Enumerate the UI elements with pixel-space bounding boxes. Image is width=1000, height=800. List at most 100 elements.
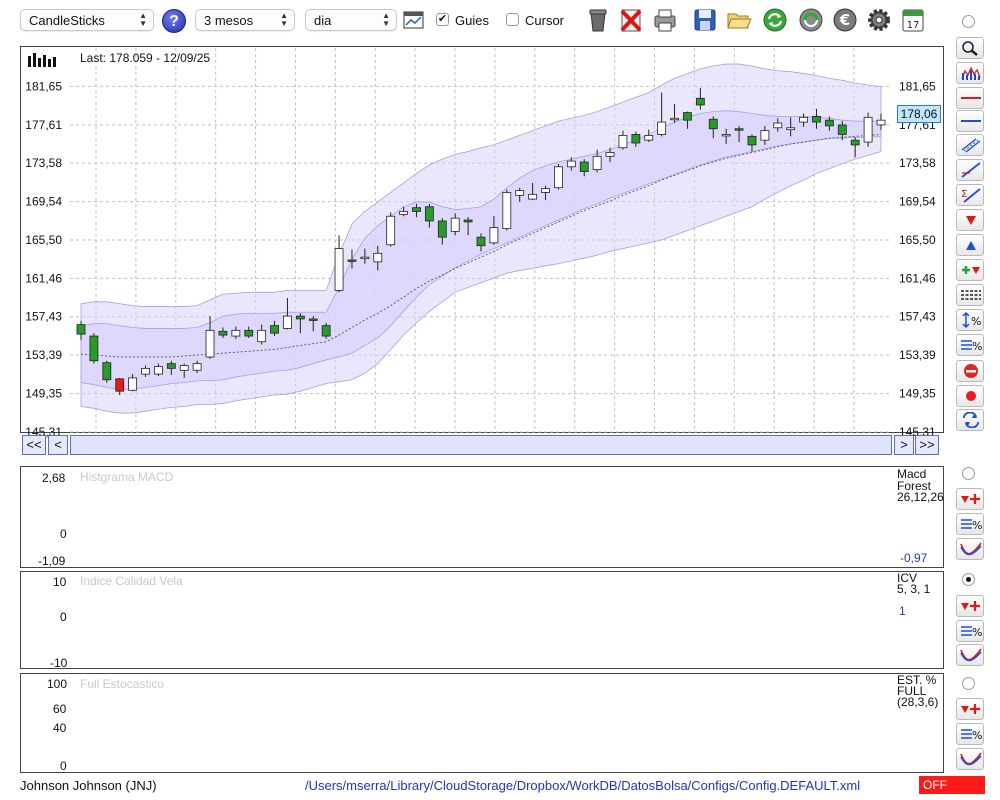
candle: [786, 127, 796, 131]
nav-next-button[interactable]: >: [894, 435, 914, 455]
candle: [347, 259, 357, 262]
stoch-y-label: 60: [53, 702, 67, 716]
candle: [734, 128, 744, 131]
price-axis-label-left: 177,61: [25, 118, 62, 132]
candle: [837, 124, 847, 135]
candle: [708, 118, 718, 130]
candle: [412, 207, 421, 212]
candle: [812, 115, 821, 123]
candle: [824, 119, 834, 127]
candle: [541, 188, 550, 193]
price-axis-label-right: 161,46: [899, 271, 936, 285]
status-badge: OFF: [919, 776, 985, 794]
candle: [631, 134, 641, 144]
candle: [231, 329, 241, 337]
last-price-info: Last: 178.059 - 12/09/25: [80, 51, 211, 65]
price-axis-label-left: 173,58: [25, 156, 62, 170]
icv-side-value: 1: [899, 604, 906, 618]
candle: [283, 315, 292, 329]
candle: [102, 362, 112, 381]
candle: [850, 139, 860, 146]
candle: [863, 116, 873, 143]
macd-y-label: 0: [60, 527, 67, 541]
nav-last-button[interactable]: >>: [915, 435, 939, 455]
candle: [876, 119, 886, 126]
candle: [270, 325, 279, 334]
price-axis-label-right: 165,50: [899, 233, 936, 247]
macd-y-label: -1,09: [38, 554, 66, 568]
candle: [566, 160, 576, 168]
candle: [166, 363, 176, 369]
candle: [721, 134, 731, 137]
candle: [489, 227, 499, 244]
icv-title: Indice Calidad Vela: [80, 574, 183, 588]
candle: [760, 130, 770, 141]
candle: [244, 329, 254, 337]
icv-y-label: 10: [53, 575, 67, 589]
candle: [747, 135, 757, 146]
instrument-name: Johnson Johnson (JNJ): [20, 778, 157, 793]
current-price-box: 178,06: [897, 105, 941, 123]
candle: [308, 318, 318, 321]
candle: [683, 112, 692, 121]
price-axis-label-left: 157,43: [25, 310, 62, 324]
price-axis-label-right: 181,65: [899, 79, 936, 93]
candle: [592, 155, 602, 171]
candle: [399, 211, 408, 215]
candle: [605, 152, 615, 157]
config-path-link[interactable]: /Users/mserra/Library/CloudStorage/Dropb…: [305, 778, 860, 793]
price-axis-label-right: 153,39: [899, 348, 936, 362]
bars-logo-icon: [28, 53, 56, 67]
price-axis-label-left: 153,39: [25, 348, 62, 362]
icv-y-label: 0: [60, 610, 67, 624]
price-axis-label-left: 161,46: [25, 271, 62, 285]
price-axis-label-left: 169,54: [25, 195, 62, 209]
macd-y-label: 2,68: [42, 471, 66, 485]
candle: [179, 365, 189, 371]
candle: [89, 335, 99, 362]
candle: [476, 236, 486, 247]
candle: [154, 366, 163, 375]
candle: [295, 315, 305, 320]
candle: [334, 248, 344, 291]
price-axis-label-left: 181,65: [25, 79, 62, 93]
stoch-title: Full Estocastico: [80, 677, 165, 691]
candle: [141, 367, 150, 375]
price-axis-label-left: 149,35: [25, 387, 62, 401]
price-axis-label-right: 149,35: [899, 387, 936, 401]
macd-title: Histgrama MACD: [80, 470, 174, 484]
candle: [360, 256, 370, 260]
candle: [579, 161, 589, 172]
icv-y-label: -10: [50, 656, 68, 670]
candle: [386, 215, 396, 246]
candle: [205, 329, 215, 358]
candle: [424, 206, 434, 222]
price-axis-label-left: 165,50: [25, 233, 62, 247]
date-scrollbar[interactable]: [70, 435, 892, 455]
candle: [618, 134, 628, 149]
stoch-y-label: 0: [60, 759, 67, 773]
candle: [450, 217, 460, 232]
candle: [437, 220, 447, 238]
candle: [554, 166, 563, 189]
price-axis-label-right: 173,58: [899, 156, 936, 170]
candle: [644, 134, 654, 141]
candle: [76, 324, 86, 335]
candle: [670, 117, 679, 121]
candle: [799, 116, 808, 123]
stoch-y-label: 100: [47, 677, 68, 691]
candle: [192, 363, 202, 371]
stoch-side-params: (28,3,6): [897, 695, 939, 709]
stoch-y-label: 40: [53, 721, 67, 735]
candle: [515, 190, 525, 196]
candle: [257, 329, 267, 343]
candle: [115, 378, 125, 392]
candle: [463, 219, 473, 223]
nav-first-button[interactable]: <<: [22, 435, 46, 455]
icv-side-params: 5, 3, 1: [897, 582, 931, 596]
candle: [373, 252, 383, 263]
price-axis-label-right: 157,43: [899, 310, 936, 324]
candle: [128, 377, 138, 391]
candle: [502, 192, 512, 229]
nav-prev-button[interactable]: <: [48, 435, 68, 455]
